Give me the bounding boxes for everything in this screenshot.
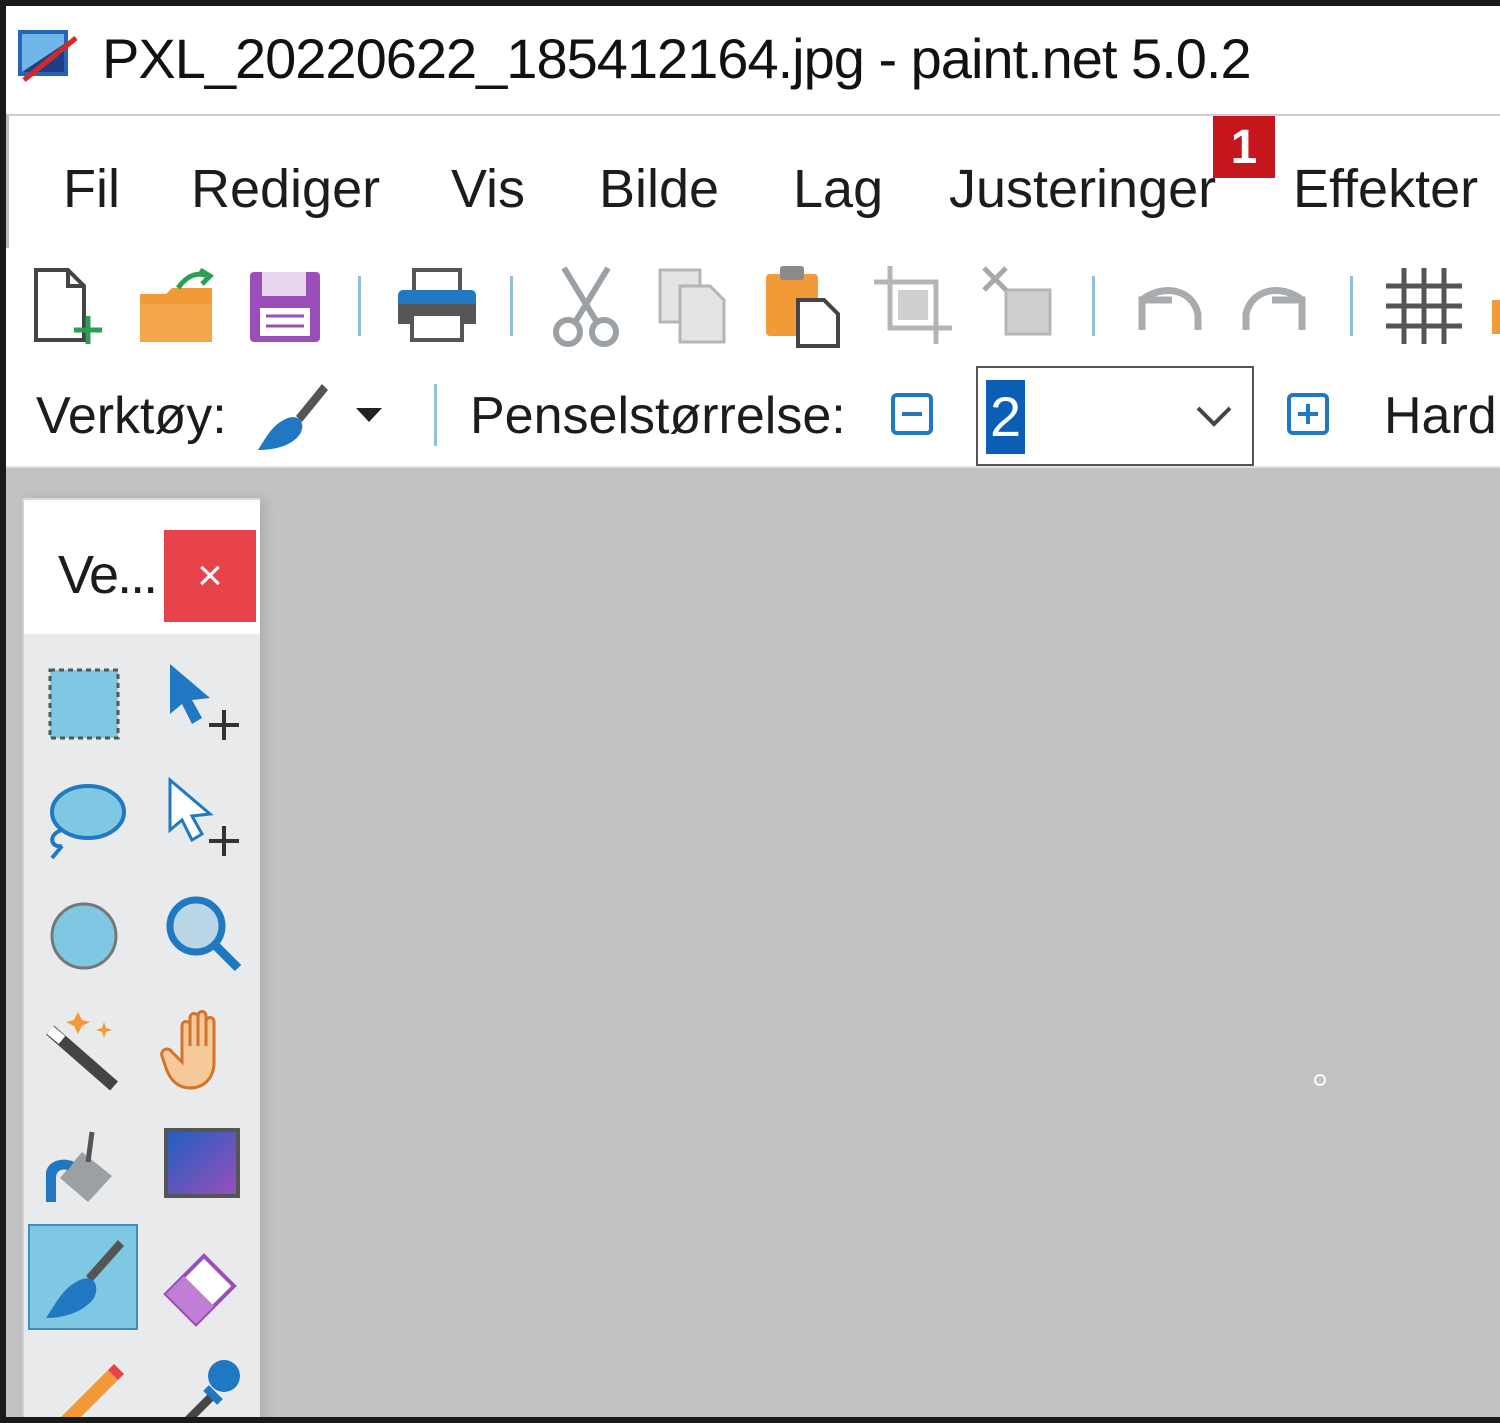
open-folder-icon — [140, 267, 215, 342]
tool-zoom[interactable] — [148, 882, 258, 988]
menu-rediger[interactable]: Rediger — [191, 158, 380, 220]
cursor-indicator — [1314, 1074, 1326, 1086]
redo-icon — [1242, 287, 1306, 330]
tool-color-picker[interactable] — [148, 1340, 258, 1417]
toolbar-separator — [358, 276, 361, 336]
tool-move-selected[interactable] — [148, 650, 258, 756]
menu-bar: Fil Rediger Vis Bilde Lag Justeringer Ef… — [6, 114, 1500, 248]
lasso-select-icon — [50, 784, 126, 860]
tool-gradient[interactable] — [148, 1114, 258, 1220]
redo-button[interactable] — [1232, 260, 1322, 350]
toolbar-separator — [1092, 276, 1095, 336]
main-toolbar — [6, 248, 1500, 360]
open-file-button[interactable] — [132, 260, 222, 350]
tools-panel-title: Ve... — [58, 545, 158, 605]
move-outline-icon — [168, 776, 239, 856]
undo-button[interactable] — [1122, 260, 1212, 350]
menu-bilde[interactable]: Bilde — [599, 158, 719, 220]
eraser-icon — [163, 1253, 237, 1327]
pan-hand-icon — [160, 1010, 216, 1090]
new-file-button[interactable] — [22, 260, 112, 350]
deselect-button[interactable] — [976, 260, 1066, 350]
hardness-label: Hard — [1384, 387, 1497, 445]
window-title: PXL_20220622_185412164.jpg - paint.net 5… — [102, 27, 1252, 90]
toolbar-separator — [510, 276, 513, 336]
menu-justeringer[interactable]: Justeringer — [949, 158, 1216, 220]
print-icon — [398, 268, 476, 342]
brush-size-combobox[interactable]: 2 — [976, 366, 1254, 466]
copy-button[interactable] — [650, 260, 740, 350]
move-selection-icon — [170, 664, 239, 740]
toolbar-separator — [1350, 276, 1353, 336]
overflow-icon — [1492, 300, 1500, 334]
cut-button[interactable] — [542, 260, 632, 350]
pencil-icon — [61, 1364, 124, 1417]
menu-fil[interactable]: Fil — [63, 158, 120, 220]
save-icon — [250, 272, 320, 342]
color-picker-icon — [185, 1360, 240, 1417]
tool-ellipse-select[interactable] — [28, 882, 138, 988]
rectangle-select-icon — [48, 668, 120, 740]
new-file-icon — [34, 268, 102, 344]
paintbrush-icon — [46, 1240, 124, 1318]
zoom-icon — [166, 896, 242, 972]
tool-lasso-select[interactable] — [28, 766, 138, 872]
tool-pan[interactable] — [148, 998, 258, 1104]
tool-pencil[interactable] — [28, 1340, 138, 1417]
copy-icon — [658, 268, 726, 344]
increase-size-icon[interactable] — [1284, 390, 1334, 440]
undo-icon — [1138, 287, 1202, 330]
ellipse-select-icon — [50, 902, 118, 970]
decrease-size-icon[interactable] — [888, 390, 938, 440]
tool-paint-bucket[interactable] — [28, 1114, 138, 1220]
deselect-icon — [982, 266, 1052, 336]
tool-dropdown-arrow-icon[interactable] — [354, 404, 384, 424]
tool-options-bar: Verktøy: Penselstørrelse: 2 Hard — [6, 360, 1500, 466]
magic-wand-icon — [46, 1012, 118, 1091]
menu-effekter[interactable]: Effekter — [1293, 158, 1478, 220]
grid-icon — [1386, 268, 1462, 344]
print-button[interactable] — [392, 260, 482, 350]
paste-button[interactable] — [758, 260, 848, 350]
tool-magic-wand[interactable] — [28, 998, 138, 1104]
cut-icon — [553, 266, 619, 347]
menu-lag[interactable]: Lag — [793, 158, 883, 220]
tool-eraser[interactable] — [148, 1230, 258, 1336]
paintnet-app-icon[interactable] — [14, 24, 78, 88]
tool-move-selection[interactable] — [148, 766, 258, 872]
app-window: PXL_20220622_185412164.jpg - paint.net 5… — [6, 6, 1500, 1417]
crop-icon — [874, 266, 952, 344]
canvas-workspace[interactable]: Ve... × — [6, 466, 1500, 1417]
menu-vis[interactable]: Vis — [451, 158, 525, 220]
paint-bucket-icon — [46, 1131, 112, 1202]
crop-button[interactable] — [868, 260, 958, 350]
tool-label: Verktøy: — [36, 387, 227, 445]
chevron-down-icon[interactable] — [1194, 402, 1234, 430]
tool-rectangle-select[interactable] — [28, 650, 138, 756]
paintbrush-tool-icon[interactable] — [252, 376, 332, 456]
callout-badge: 1 — [1213, 116, 1275, 178]
brush-size-value[interactable]: 2 — [986, 380, 1026, 454]
save-button[interactable] — [242, 260, 332, 350]
options-separator — [434, 384, 437, 446]
brush-size-label: Penselstørrelse: — [470, 387, 846, 445]
tool-paintbrush[interactable] — [28, 1224, 138, 1330]
paste-icon — [766, 266, 840, 348]
tools-panel-header[interactable]: Ve... × — [24, 500, 260, 634]
tools-panel-close-button[interactable]: × — [164, 530, 256, 622]
grid-button[interactable] — [1378, 260, 1468, 350]
gradient-icon — [164, 1128, 240, 1198]
tools-panel: Ve... × — [22, 498, 260, 1417]
title-bar: PXL_20220622_185412164.jpg - paint.net 5… — [6, 6, 1500, 112]
